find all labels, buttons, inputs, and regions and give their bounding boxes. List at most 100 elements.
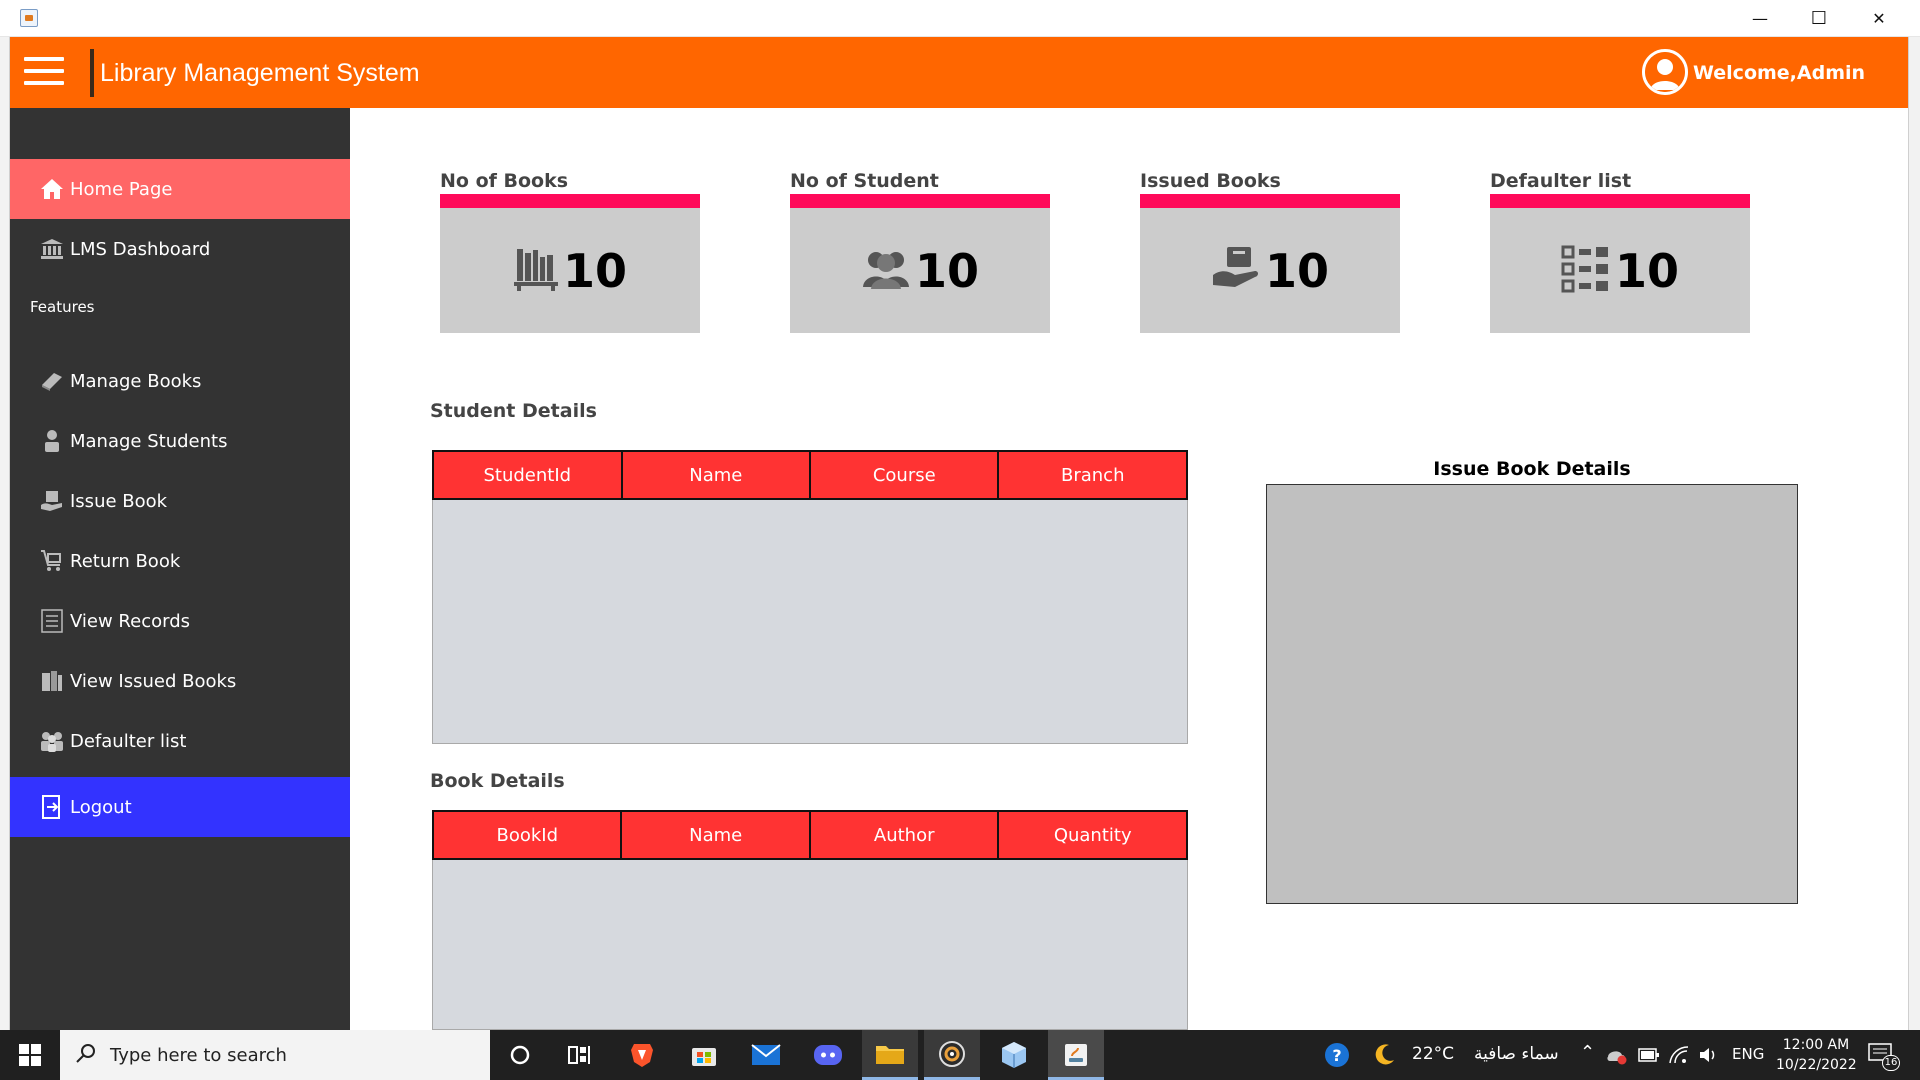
notifications-icon[interactable]: 16 [1868, 1042, 1902, 1071]
column-header-name[interactable]: Name [620, 810, 811, 860]
card-body: 10 [1490, 208, 1750, 333]
windows-start-icon[interactable] [0, 1030, 60, 1080]
sidebar-item-manage-students[interactable]: Manage Students [10, 411, 350, 471]
sidebar-item-view-issued-books[interactable]: View Issued Books [10, 651, 350, 711]
wifi-icon[interactable] [1668, 1045, 1690, 1069]
sidebar-item-logout[interactable]: Logout [10, 777, 350, 837]
card-accent-bar [440, 194, 700, 208]
main-content: No of Books 10 No of Student 10 Issued B… [350, 108, 1908, 1030]
stat-card-books: No of Books 10 [440, 170, 700, 333]
sidebar-item-manage-books[interactable]: Manage Books [10, 351, 350, 411]
sidebar-item-return-book[interactable]: Return Book [10, 531, 350, 591]
user-avatar-icon[interactable] [1642, 49, 1688, 95]
menu-icon[interactable] [24, 55, 64, 87]
sidebar-item-issue-book[interactable]: Issue Book [10, 471, 350, 531]
student-icon [40, 429, 64, 453]
card-value: 10 [1614, 243, 1679, 298]
sidebar-item-label: Issue Book [70, 490, 168, 512]
column-header-student-id[interactable]: StudentId [432, 450, 623, 500]
book-details-table[interactable]: BookId Name Author Quantity [431, 810, 1188, 1030]
maximize-button[interactable]: ☐ [1790, 0, 1848, 37]
books-icon [40, 669, 64, 693]
help-icon[interactable]: ? [1314, 1030, 1360, 1080]
volume-icon[interactable] [1698, 1045, 1720, 1069]
weather-temperature[interactable]: 22°C [1412, 1044, 1454, 1064]
window-title-bar: — ☐ ✕ [0, 0, 1920, 37]
sidebar-item-lms-dashboard[interactable]: LMS Dashboard [10, 219, 350, 279]
book-details-title: Book Details [430, 770, 565, 792]
close-button[interactable]: ✕ [1850, 0, 1908, 37]
moon-weather-icon[interactable] [1364, 1030, 1404, 1080]
3d-cube-app-icon[interactable] [986, 1030, 1042, 1080]
welcome-text: Welcome,Admin [1693, 62, 1866, 84]
discord-icon[interactable] [800, 1030, 856, 1080]
card-accent-bar [1140, 194, 1400, 208]
java-app-icon [20, 9, 38, 27]
sidebar-item-label: Logout [70, 796, 132, 818]
cart-icon [40, 549, 64, 573]
microsoft-store-icon[interactable] [676, 1030, 732, 1080]
sidebar-item-label: View Issued Books [70, 670, 237, 692]
search-placeholder: Type here to search [110, 1044, 287, 1066]
checklist-icon [1561, 244, 1611, 298]
background-window-edge-left [0, 37, 10, 1030]
column-header-author[interactable]: Author [808, 810, 1000, 860]
windows-taskbar: Type here to search ? 22°C سماء صافية ⌃ [0, 1030, 1920, 1080]
task-view-icon[interactable] [552, 1030, 608, 1080]
cortana-icon[interactable] [492, 1030, 548, 1080]
book-icon [40, 369, 64, 393]
column-header-name[interactable]: Name [620, 450, 812, 500]
column-header-book-id[interactable]: BookId [431, 810, 623, 860]
stat-card-defaulters: Defaulter list 10 [1490, 170, 1750, 333]
student-details-title: Student Details [430, 400, 597, 422]
java-app-taskbar-icon[interactable] [1048, 1030, 1104, 1080]
sidebar-item-defaulter-list[interactable]: Defaulter list [10, 711, 350, 771]
book-table-body[interactable] [432, 860, 1188, 1030]
sidebar: Home Page LMS Dashboard Features Manage … [10, 108, 350, 1030]
card-value: 10 [1264, 243, 1329, 298]
clock[interactable]: 12:00 AM 10/22/2022 [1776, 1035, 1857, 1075]
battery-icon[interactable] [1638, 1047, 1660, 1067]
issue-book-details-panel [1266, 484, 1798, 904]
header-divider [90, 49, 94, 97]
sidebar-item-label: Defaulter list [70, 730, 187, 752]
logout-icon [40, 795, 64, 819]
card-value: 10 [914, 243, 979, 298]
file-explorer-icon[interactable] [862, 1030, 918, 1080]
background-window-edge-right [1908, 37, 1920, 1030]
taskbar-search-box[interactable]: Type here to search [60, 1030, 490, 1080]
column-header-course[interactable]: Course [809, 450, 1000, 500]
card-value: 10 [562, 243, 627, 298]
sidebar-item-home-page[interactable]: Home Page [10, 159, 350, 219]
column-header-quantity[interactable]: Quantity [997, 810, 1188, 860]
sidebar-item-label: LMS Dashboard [70, 238, 211, 260]
mail-icon[interactable] [738, 1030, 794, 1080]
network-error-icon[interactable] [1606, 1045, 1628, 1069]
bookshelf-icon [513, 247, 559, 295]
sidebar-item-label: Return Book [70, 550, 181, 572]
sidebar-item-view-records[interactable]: View Records [10, 591, 350, 651]
student-table-body[interactable] [432, 500, 1188, 744]
card-body: 10 [790, 208, 1050, 333]
svg-text:?: ? [1332, 1046, 1341, 1065]
sidebar-item-label: Manage Students [70, 430, 228, 452]
minimize-button[interactable]: — [1731, 0, 1789, 37]
language-indicator[interactable]: ENG [1732, 1045, 1764, 1063]
obs-recorder-icon[interactable] [924, 1030, 980, 1080]
card-body: 10 [440, 208, 700, 333]
app-header: Library Management System Welcome,Admin [10, 37, 1908, 108]
clock-date: 10/22/2022 [1776, 1057, 1857, 1073]
weather-condition[interactable]: سماء صافية [1474, 1044, 1559, 1064]
issue-book-details-title-text: Issue Book Details [1433, 458, 1631, 480]
sidebar-section-label: Features [30, 298, 95, 316]
issue-book-icon [40, 489, 64, 513]
column-header-branch[interactable]: Branch [997, 450, 1188, 500]
chevron-up-icon[interactable]: ⌃ [1580, 1042, 1595, 1063]
issue-book-details-title: Issue Book Details [1266, 458, 1798, 480]
sidebar-item-label: View Records [70, 610, 191, 632]
app-title: Library Management System [100, 59, 420, 87]
student-details-table[interactable]: StudentId Name Course Branch [432, 450, 1188, 744]
brave-browser-icon[interactable] [614, 1030, 670, 1080]
card-body: 10 [1140, 208, 1400, 333]
group-icon [40, 729, 64, 753]
